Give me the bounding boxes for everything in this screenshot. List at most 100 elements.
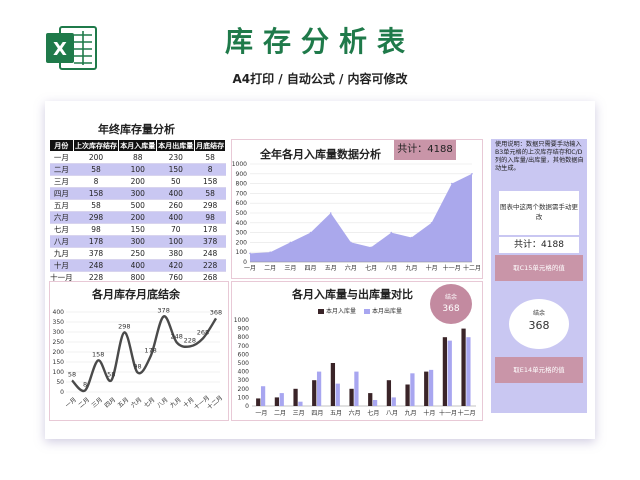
table-cell[interactable]: 178 (73, 235, 119, 248)
table-cell[interactable]: 六月 (49, 211, 74, 224)
balance-bubble-label: 结余 (444, 294, 457, 301)
x-tick-label: 七月 (142, 396, 156, 410)
table-cell[interactable]: 58 (194, 151, 226, 164)
table-row: 一月 200 88 230 58 (49, 151, 226, 164)
x-tick-label: 九月 (405, 264, 417, 272)
table-cell[interactable]: 70 (156, 223, 195, 236)
bar-in (405, 384, 410, 406)
table-cell[interactable]: 300 (118, 235, 157, 248)
bar-out (279, 393, 284, 406)
table-cell[interactable]: 二月 (49, 163, 74, 176)
table-cell[interactable]: 158 (194, 175, 226, 188)
header: X 库存分析表 A4打印 / 自动公式 / 内容可修改 (0, 0, 640, 100)
bar-out (391, 397, 396, 406)
x-tick-label: 一月 (255, 410, 267, 417)
table-cell[interactable]: 一月 (49, 151, 74, 164)
table-cell[interactable]: 50 (156, 175, 195, 188)
area-point (249, 252, 251, 255)
table-cell[interactable]: 三月 (49, 175, 74, 188)
table-cell[interactable]: 九月 (49, 247, 74, 260)
column-header: 月底结存 (194, 139, 226, 152)
area-point (430, 222, 433, 224)
table-cell[interactable]: 8 (194, 163, 226, 176)
table-cell[interactable]: 八月 (49, 235, 74, 248)
table-cell[interactable]: 260 (156, 199, 195, 212)
table-cell[interactable]: 298 (73, 211, 119, 224)
c15-value-button[interactable]: 取C15单元格的值 (495, 255, 583, 281)
table-row: 八月 178 300 100 378 (49, 235, 226, 248)
table-cell[interactable]: 200 (118, 211, 157, 224)
table-cell[interactable]: 150 (118, 223, 157, 236)
table-cell[interactable]: 378 (194, 235, 226, 248)
data-label: 158 (92, 350, 104, 358)
table-cell[interactable]: 378 (73, 247, 119, 260)
table-cell[interactable]: 150 (156, 163, 195, 176)
table-cell[interactable]: 8 (73, 175, 119, 188)
balance-bubble-value: 368 (442, 304, 460, 314)
table-cell[interactable]: 400 (118, 259, 157, 272)
page-title: 库存分析表 (224, 25, 415, 58)
bar-out (354, 371, 359, 406)
table-cell[interactable]: 200 (73, 151, 119, 164)
e14-value-button[interactable]: 取E14单元格的值 (495, 357, 583, 383)
area-point (329, 212, 332, 214)
bar-in (293, 388, 298, 406)
x-tick-label: 九月 (168, 396, 182, 410)
table-cell[interactable]: 五月 (49, 199, 74, 212)
table-cell[interactable]: 100 (156, 235, 195, 248)
y-tick-label: 200 (53, 349, 65, 356)
area-point (289, 241, 292, 244)
y-tick-label: 200 (238, 386, 250, 393)
manual-edit-note: 图表中这两个数据需手动更改 (499, 191, 579, 235)
area-chart-panel: 全年各月入库量数据分析 共计：4188 0 100 200 300 400 500 600 7… (231, 139, 483, 279)
bar-out (447, 340, 452, 406)
table-row: 九月 378 250 380 248 (49, 247, 226, 260)
table-cell[interactable]: 420 (156, 259, 195, 272)
x-tick-label: 十一月 (439, 409, 457, 417)
instructions-text: 使用说明：数据只需要手动输入B3单元格的上次库存结存和C/D列的入库量/出库量，… (495, 141, 584, 172)
table-cell[interactable]: 158 (73, 187, 119, 200)
bar-in (386, 380, 392, 406)
y-tick-label: 0 (245, 403, 249, 410)
table-cell[interactable]: 248 (73, 259, 119, 272)
data-label: 228 (184, 336, 196, 344)
y-tick-label: 600 (236, 200, 248, 207)
y-tick-label: 800 (236, 181, 248, 188)
table-cell[interactable]: 230 (156, 151, 195, 164)
column-header: 本月出库量 (156, 139, 196, 152)
table-cell[interactable]: 58 (194, 187, 226, 200)
line-chart-title: 各月库存月底结余 (92, 288, 180, 301)
table-cell[interactable]: 58 (73, 199, 119, 212)
balance-circle-value: 368 (528, 319, 550, 332)
x-tick-label: 二月 (274, 410, 286, 417)
table-cell[interactable]: 298 (194, 199, 226, 212)
table-cell[interactable]: 400 (156, 187, 195, 200)
table-cell[interactable]: 七月 (49, 223, 74, 236)
area-point (471, 173, 473, 175)
table-cell[interactable]: 500 (118, 199, 157, 212)
table-cell[interactable]: 380 (156, 247, 195, 260)
table-cell[interactable]: 178 (194, 223, 226, 236)
x-tick-label: 二月 (77, 396, 91, 409)
table-cell[interactable]: 100 (118, 163, 157, 176)
table-cell[interactable]: 四月 (49, 187, 74, 200)
table-cell[interactable]: 200 (118, 175, 157, 188)
table-cell[interactable]: 248 (194, 247, 226, 260)
column-header: 上次库存结存 (72, 139, 120, 152)
table-cell[interactable]: 58 (73, 163, 119, 176)
bar-in (330, 363, 336, 406)
table-cell[interactable]: 98 (73, 223, 119, 236)
bar-in (368, 393, 373, 406)
x-tick-label: 七月 (365, 264, 377, 272)
table-cell[interactable]: 98 (194, 211, 226, 224)
table-cell[interactable]: 228 (194, 259, 226, 272)
table-cell[interactable]: 300 (118, 187, 157, 200)
y-tick-label: 900 (236, 171, 248, 178)
table-cell[interactable]: 88 (118, 151, 157, 164)
y-tick-label: 400 (236, 220, 248, 227)
data-label: 248 (171, 332, 183, 340)
table-cell[interactable]: 400 (156, 211, 195, 224)
x-tick-label: 九月 (405, 409, 417, 417)
table-cell[interactable]: 250 (118, 247, 157, 260)
table-cell[interactable]: 十月 (49, 259, 74, 272)
